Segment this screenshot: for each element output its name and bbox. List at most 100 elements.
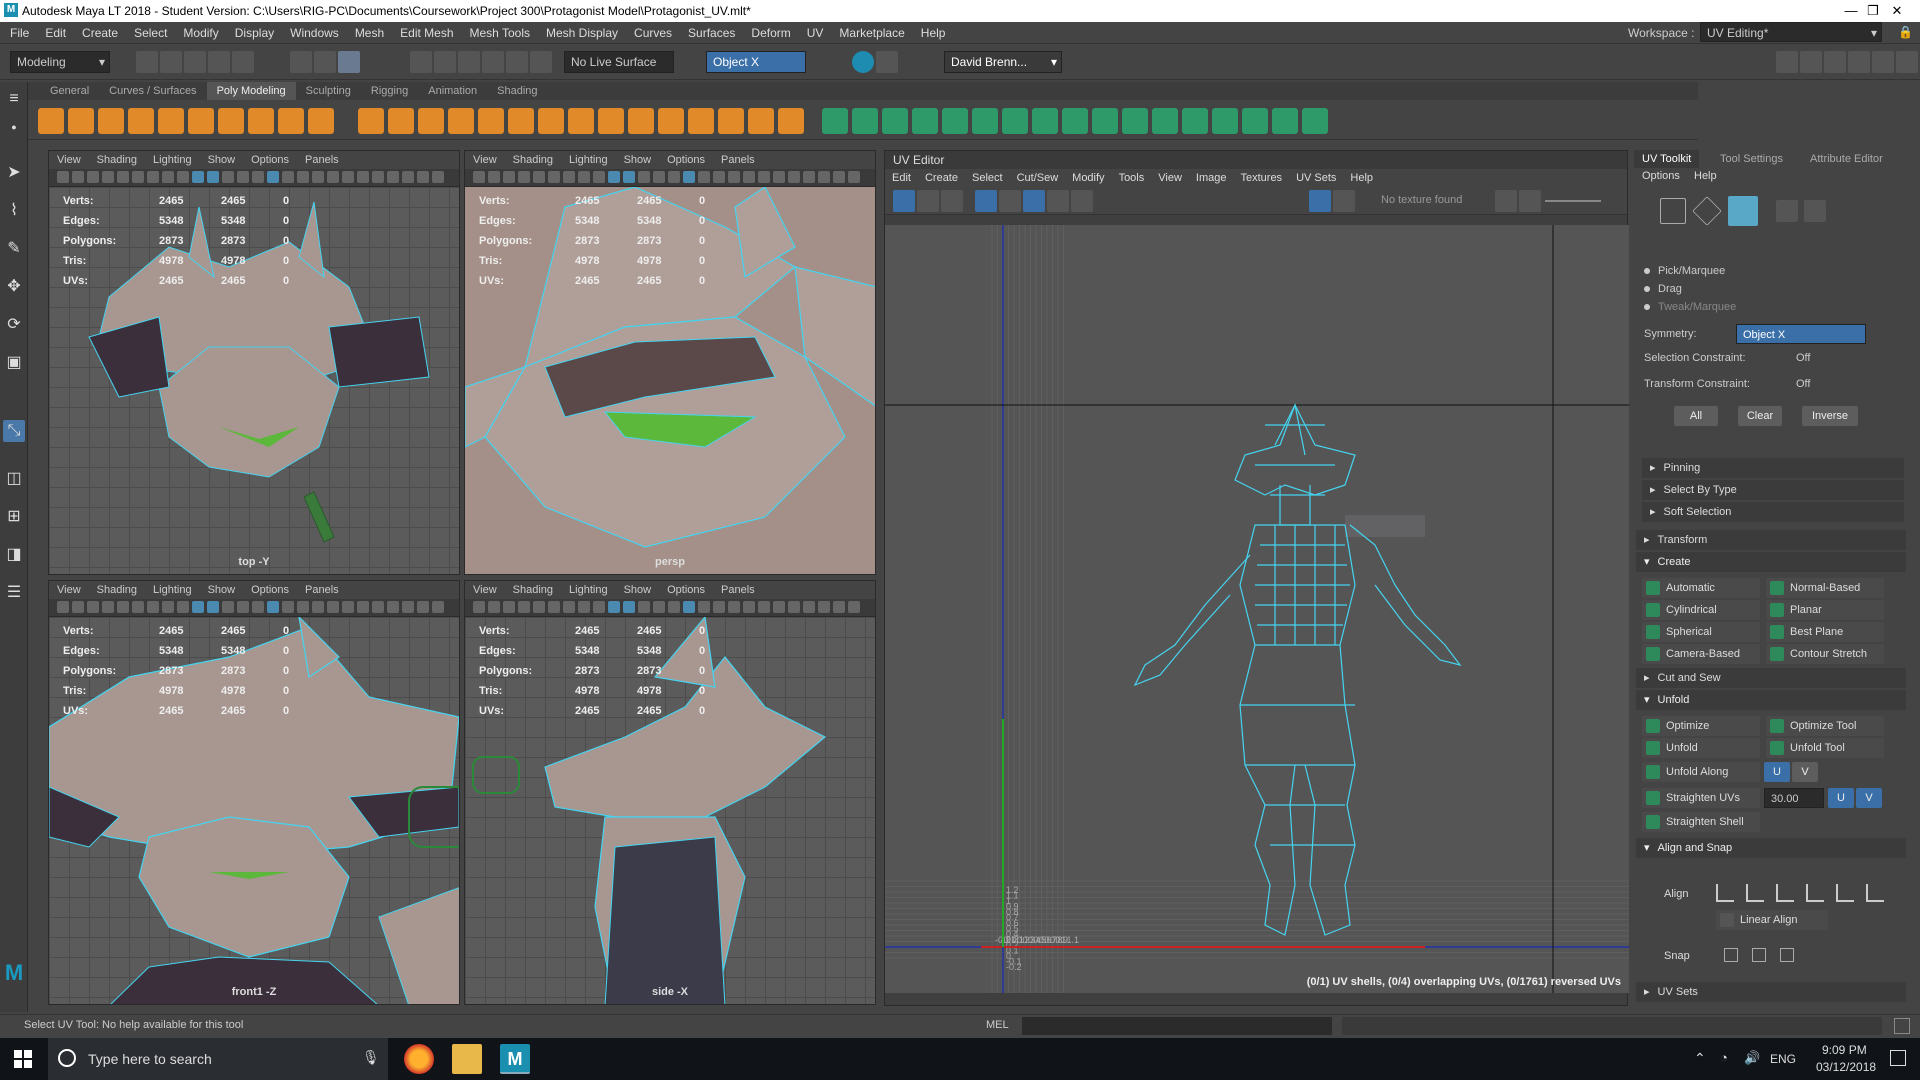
viewport-tool-icon[interactable] [252,171,264,183]
symmetry-dropdown[interactable]: Object X [706,51,806,73]
vp-menu-options[interactable]: Options [243,151,297,169]
viewport-tool-icon[interactable] [387,171,399,183]
shelf-tab-sculpting[interactable]: Sculpting [296,82,361,100]
vp-menu-panels[interactable]: Panels [297,151,347,169]
uv-shell-mode-icon[interactable] [1804,200,1826,222]
vp-menu-shading[interactable]: Shading [89,151,145,169]
straighten-v-button[interactable]: V [1856,788,1882,808]
menu-mesh-display[interactable]: Mesh Display [538,22,626,44]
viewport-tool-icon[interactable] [668,171,680,183]
viewport-tool-icon[interactable] [518,171,530,183]
viewport-tool-icon[interactable] [207,601,219,613]
viewport-tool-icon[interactable] [432,171,444,183]
shelf-cube-icon[interactable] [68,108,94,134]
vp-menu-shading[interactable]: Shading [505,151,561,169]
uv-menu-image[interactable]: Image [1189,169,1234,187]
uv-canvas[interactable]: -0.2-0.100.10.20.30.40.50.60.70.80.911.1… [885,225,1629,993]
viewport-tool-icon[interactable] [387,601,399,613]
unfold-unfold-button[interactable]: Unfold [1642,738,1760,758]
undo-icon[interactable] [208,51,230,73]
create-cylindrical-button[interactable]: Cylindrical [1642,600,1760,620]
viewport-tool-icon[interactable] [548,601,560,613]
clock-time[interactable]: 9:09 PM [1822,1043,1867,1057]
shelf-plane-icon[interactable] [188,108,214,134]
snap-point-icon[interactable] [458,51,480,73]
open-scene-icon[interactable] [160,51,182,73]
section-align-and-snap[interactable]: ▾ Align and Snap [1636,838,1906,858]
vp-menu-lighting[interactable]: Lighting [561,581,616,599]
vp-menu-show[interactable]: Show [616,151,660,169]
snap-view-icon[interactable] [482,51,504,73]
firefox-icon[interactable] [404,1044,434,1074]
viewport-tool-icon[interactable] [623,601,635,613]
shelf-uv-auto-icon[interactable] [1152,108,1178,134]
mel-label[interactable]: MEL [986,1019,1009,1031]
menu-windows[interactable]: Windows [282,22,347,44]
uv-grid-icon[interactable] [975,190,997,212]
uv-menu-create[interactable]: Create [918,169,965,187]
unfold-along-button[interactable]: Unfold Along [1642,762,1760,782]
shelf-wedge-icon[interactable] [852,108,878,134]
snap-vertex-icon[interactable] [530,51,552,73]
section-pinning[interactable]: ▸ Pinning [1642,458,1904,478]
mode-option[interactable]: Tweak/Marquee [1644,298,1736,316]
viewport-tool-icon[interactable] [608,601,620,613]
select-by-hierarchy-icon[interactable] [290,51,312,73]
shelf-torus-icon[interactable] [158,108,184,134]
viewport-tool-icon[interactable] [758,601,770,613]
section-unfold[interactable]: ▾ Unfold [1636,690,1906,710]
mode-option[interactable]: Drag [1644,280,1736,298]
create-contour-stretch-button[interactable]: Contour Stretch [1766,644,1884,664]
menu-deform[interactable]: Deform [743,22,798,44]
create-camera-based-button[interactable]: Camera-Based [1642,644,1760,664]
create-planar-button[interactable]: Planar [1766,600,1884,620]
snap-option-icon[interactable] [1752,948,1766,962]
vp-menu-show[interactable]: Show [200,581,244,599]
uv-menu-cut-sew[interactable]: Cut/Sew [1010,169,1066,187]
menu-modify[interactable]: Modify [175,22,226,44]
viewport-tool-icon[interactable] [192,601,204,613]
viewport-tool-icon[interactable] [653,601,665,613]
uv-menu-uv-sets[interactable]: UV Sets [1289,169,1343,187]
viewport-tool-icon[interactable] [578,171,590,183]
command-line-input[interactable] [1022,1017,1332,1035]
vp-menu-shading[interactable]: Shading [505,581,561,599]
exposure-slider[interactable] [1545,200,1601,202]
viewport-tool-icon[interactable] [488,601,500,613]
pause-icon[interactable] [876,51,898,73]
align-option-icon[interactable] [1776,884,1794,902]
shelf-uv-editor-icon[interactable] [1242,108,1268,134]
viewport-tool-icon[interactable] [743,601,755,613]
shelf-tab-poly-modeling[interactable]: Poly Modeling [206,82,296,100]
viewport-tool-icon[interactable] [432,601,444,613]
viewport-tool-icon[interactable] [728,601,740,613]
viewport-tool-icon[interactable] [773,601,785,613]
snap-option-icon[interactable] [1724,948,1738,962]
select-tool-icon[interactable]: ➤ [3,162,25,184]
shelf-mirror-icon[interactable] [508,108,534,134]
uv-menu-edit[interactable]: Edit [885,169,918,187]
viewport-tool-icon[interactable] [252,601,264,613]
language-indicator[interactable]: ENG [1770,1052,1796,1066]
shelf-triangulate-icon[interactable] [942,108,968,134]
viewport-tool-icon[interactable] [162,601,174,613]
viewport-tool-icon[interactable] [818,171,830,183]
uv-mode-icon[interactable] [1776,200,1798,222]
viewport-tool-icon[interactable] [342,601,354,613]
shelf-uv-planar-icon[interactable] [1122,108,1148,134]
create-automatic-button[interactable]: Automatic [1642,578,1760,598]
paint-select-tool-icon[interactable]: ✎ [3,238,25,260]
uv-menu-help[interactable]: Help [1343,169,1380,187]
align-option-icon[interactable] [1836,884,1854,902]
live-surface-field[interactable]: No Live Surface [564,51,674,73]
uv-layout-icon[interactable] [917,190,939,212]
vp-menu-panels[interactable]: Panels [297,581,347,599]
shelf-disc-icon[interactable] [218,108,244,134]
viewport-tool-icon[interactable] [372,601,384,613]
viewport-tool-icon[interactable] [297,601,309,613]
viewport-tool-icon[interactable] [473,601,485,613]
viewport-tool-icon[interactable] [728,171,740,183]
shelf-sew-icon[interactable] [1272,108,1298,134]
menu-help[interactable]: Help [1694,170,1717,182]
viewport-tool-icon[interactable] [117,601,129,613]
